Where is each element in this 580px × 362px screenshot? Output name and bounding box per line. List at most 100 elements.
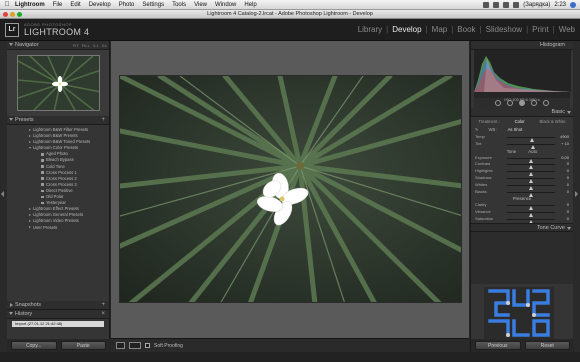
reset-button[interactable]: Reset xyxy=(524,341,570,350)
slider-highlights[interactable]: Highlights 0 xyxy=(471,168,573,177)
slider-value[interactable]: 0 xyxy=(567,209,569,216)
slider-knob[interactable] xyxy=(531,144,536,149)
slider-whites[interactable]: Whites 0 xyxy=(471,182,573,190)
wifi-icon[interactable] xyxy=(493,1,500,8)
tone-curve-header[interactable]: Tone Curve xyxy=(471,222,573,232)
zoom-fill[interactable]: FILL xyxy=(82,41,90,50)
slider-track[interactable] xyxy=(507,212,555,218)
copy-button[interactable]: Copy... xyxy=(11,341,57,350)
treatment-bw[interactable]: Black & White xyxy=(539,119,565,124)
slider-track[interactable] xyxy=(507,205,555,211)
slider-value[interactable]: 0 xyxy=(567,161,569,168)
zoom-1-1[interactable]: 1:1 xyxy=(93,41,99,50)
add-snapshot-button[interactable]: + xyxy=(101,301,105,310)
expand-triangle-icon[interactable] xyxy=(567,226,571,230)
slider-blacks[interactable]: Blacks 0 xyxy=(471,189,573,197)
slider-knob[interactable] xyxy=(529,192,533,197)
slider-value[interactable]: 0 xyxy=(567,175,569,182)
slider-contrast[interactable]: Contrast 0 xyxy=(471,161,573,170)
disclosure-triangle-icon[interactable] xyxy=(29,147,31,150)
expand-triangle-icon[interactable] xyxy=(567,111,571,114)
eyedropper-icon[interactable]: ✎ xyxy=(475,127,479,132)
module-slideshow[interactable]: Slideshow xyxy=(485,25,523,34)
presets-header[interactable]: Presets + xyxy=(7,116,109,125)
slider-track[interactable] xyxy=(507,157,555,163)
menu-tools[interactable]: Tools xyxy=(168,2,190,8)
menu-window[interactable]: Window xyxy=(211,2,240,8)
soft-proofing-checkbox[interactable] xyxy=(145,343,150,348)
minimize-window-icon[interactable] xyxy=(10,12,15,17)
slider-clarity[interactable]: Clarity 0 xyxy=(471,202,573,211)
slider-track[interactable] xyxy=(507,218,555,224)
slider-vibrance[interactable]: Vibrance 0 xyxy=(471,209,573,218)
previous-button[interactable]: Previous xyxy=(475,341,521,350)
histogram-header[interactable]: Histogram xyxy=(471,41,573,50)
before-after-view-button[interactable] xyxy=(129,342,141,349)
loupe-view-button[interactable] xyxy=(116,342,125,349)
expand-triangle-icon[interactable] xyxy=(9,118,13,121)
menu-settings[interactable]: Settings xyxy=(138,2,168,8)
navigator-header[interactable]: Navigator FIT FILL 1:1 3:1 xyxy=(7,41,109,50)
module-library[interactable]: Library xyxy=(357,25,383,34)
history-header[interactable]: History × xyxy=(7,310,109,319)
zoom-fit[interactable]: FIT xyxy=(73,41,79,50)
slider-tint[interactable]: Tint + 10 xyxy=(471,141,573,149)
slider-track[interactable] xyxy=(507,177,555,183)
history-entry[interactable]: Import (27.01.12 21:42:48) xyxy=(12,321,104,327)
menu-help[interactable]: Help xyxy=(240,2,260,8)
collapse-right-icon[interactable] xyxy=(575,191,578,197)
clear-history-button[interactable]: × xyxy=(101,310,105,319)
navigator-thumbnail[interactable] xyxy=(17,55,100,111)
volume-icon[interactable] xyxy=(503,1,510,8)
disclosure-triangle-icon[interactable] xyxy=(29,226,31,229)
collapse-left-icon[interactable] xyxy=(1,191,4,197)
slider-value[interactable]: 0 xyxy=(567,216,569,223)
slider-value[interactable]: + 10 xyxy=(561,141,569,148)
module-web[interactable]: Web xyxy=(558,25,576,34)
disclosure-triangle-icon[interactable] xyxy=(29,220,31,223)
battery-status[interactable]: (Зарядка) xyxy=(523,2,550,8)
disclosure-triangle-icon[interactable] xyxy=(29,134,31,137)
disclosure-triangle-icon[interactable] xyxy=(29,208,31,211)
left-panel-toggle-strip[interactable] xyxy=(0,41,7,362)
slider-value[interactable]: 0 xyxy=(567,182,569,189)
module-book[interactable]: Book xyxy=(456,25,476,34)
slider-value[interactable]: 0 xyxy=(567,202,569,209)
slider-value[interactable]: 0.00 xyxy=(561,155,569,162)
slider-track[interactable] xyxy=(507,137,555,142)
slider-saturation[interactable]: Saturation 0 xyxy=(471,216,573,224)
slider-temp[interactable]: Temp 4900 xyxy=(471,134,573,142)
module-map[interactable]: Map xyxy=(431,25,449,34)
menu-photo[interactable]: Photo xyxy=(115,2,139,8)
expand-triangle-icon[interactable] xyxy=(9,43,13,46)
slider-track[interactable] xyxy=(507,143,555,149)
disclosure-triangle-icon[interactable] xyxy=(29,128,31,131)
tone-curve-graph[interactable] xyxy=(471,231,573,284)
slider-exposure[interactable]: Exposure 0.00 xyxy=(471,155,573,163)
add-preset-button[interactable]: + xyxy=(101,116,105,125)
slider-track[interactable] xyxy=(507,171,555,177)
menu-lightroom[interactable]: Lightroom xyxy=(11,2,49,8)
main-photo[interactable] xyxy=(119,75,462,303)
wb-dropdown[interactable]: As Shot xyxy=(508,127,523,132)
expand-triangle-icon[interactable] xyxy=(9,312,13,315)
treatment-color[interactable]: Color xyxy=(515,119,525,124)
basic-header[interactable]: Basic xyxy=(471,108,573,117)
slider-track[interactable] xyxy=(507,184,555,190)
module-develop[interactable]: Develop xyxy=(391,25,422,34)
slider-track[interactable] xyxy=(507,164,555,170)
slider-track[interactable] xyxy=(507,191,555,197)
spotlight-icon[interactable] xyxy=(570,1,576,8)
slider-value[interactable]: 0 xyxy=(567,168,569,175)
zoom-3-1[interactable]: 3:1 xyxy=(101,41,107,50)
module-print[interactable]: Print xyxy=(531,25,549,34)
paste-button[interactable]: Paste xyxy=(60,341,106,350)
disclosure-triangle-icon[interactable] xyxy=(29,141,31,144)
preset-folder[interactable]: User Presets xyxy=(7,225,109,231)
snapshots-header[interactable]: Snapshots + xyxy=(7,301,109,310)
menu-develop[interactable]: Develop xyxy=(85,2,115,8)
disclosure-triangle-icon[interactable] xyxy=(29,214,31,217)
menu-view[interactable]: View xyxy=(190,2,211,8)
battery-icon[interactable] xyxy=(513,1,520,8)
dropbox-icon[interactable] xyxy=(483,1,490,8)
